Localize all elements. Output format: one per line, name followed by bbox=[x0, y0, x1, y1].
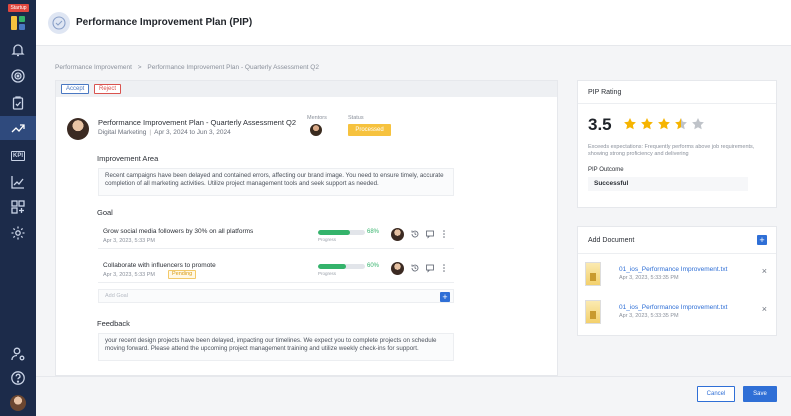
goal-date: Apr 3, 2023, 5:33 PM bbox=[103, 272, 155, 278]
env-badge: Startup bbox=[8, 4, 29, 12]
add-document-button[interactable]: + bbox=[757, 235, 767, 245]
goal-status-tag: Pending bbox=[168, 270, 197, 279]
status-label: Status bbox=[348, 115, 364, 121]
left-nav-rail: Startup KPI bbox=[0, 0, 36, 416]
goal-row[interactable]: Grow social media followers by 30% on al… bbox=[98, 223, 454, 249]
document-name[interactable]: 01_ios_Performance Improvement.txt bbox=[619, 304, 727, 311]
bell-icon[interactable] bbox=[10, 42, 26, 58]
divider bbox=[578, 103, 776, 104]
goal-date: Apr 3, 2023, 5:33 PM bbox=[103, 238, 155, 244]
more-vertical-icon[interactable] bbox=[439, 229, 449, 239]
kpi-icon[interactable]: KPI bbox=[11, 151, 25, 161]
user-settings-icon[interactable] bbox=[10, 346, 26, 362]
goal-progress-percent: 60% bbox=[367, 263, 380, 269]
employee-avatar bbox=[67, 118, 89, 140]
goal-owner-avatar bbox=[391, 262, 404, 275]
app-logo[interactable] bbox=[11, 16, 25, 30]
goal-progress-bar bbox=[318, 230, 365, 235]
reject-button[interactable]: Reject bbox=[94, 84, 122, 94]
history-icon[interactable] bbox=[410, 229, 420, 239]
breadcrumb: Performance Improvement > Performance Im… bbox=[55, 64, 323, 71]
goal-owner-avatar bbox=[391, 228, 404, 241]
document-date: Apr 3, 2023, 5:33:35 PM bbox=[619, 275, 679, 281]
rating-score: 3.5 bbox=[588, 115, 612, 134]
document-item[interactable]: 01_ios_Performance Improvement.txt Apr 3… bbox=[585, 298, 771, 328]
star-icon bbox=[674, 117, 688, 131]
pip-icon bbox=[48, 12, 70, 34]
history-icon[interactable] bbox=[410, 263, 420, 273]
documents-heading: Add Document bbox=[588, 237, 635, 244]
add-goal-placeholder: Add Goal bbox=[105, 293, 128, 299]
document-thumbnail bbox=[585, 262, 601, 286]
documents-card: Add Document + 01_ios_Performance Improv… bbox=[577, 226, 777, 336]
feedback-text: your recent design projects have been de… bbox=[98, 333, 454, 361]
page-title: Performance Improvement Plan (PIP) bbox=[76, 17, 253, 28]
goal-row[interactable]: Collaborate with influencers to promote … bbox=[98, 257, 454, 283]
action-bar: Accept Reject bbox=[56, 81, 557, 97]
target-icon[interactable] bbox=[10, 68, 26, 84]
close-icon[interactable]: × bbox=[762, 305, 767, 314]
outcome-label: PIP Outcome bbox=[588, 167, 624, 173]
goal-title: Collaborate with influencers to promote bbox=[103, 262, 216, 269]
improvement-heading: Improvement Area bbox=[97, 154, 159, 163]
document-name[interactable]: 01_ios_Performance Improvement.txt bbox=[619, 266, 727, 273]
user-avatar[interactable] bbox=[10, 395, 26, 411]
star-icon bbox=[640, 117, 654, 131]
comment-icon[interactable] bbox=[425, 263, 435, 273]
star-icon bbox=[691, 117, 705, 131]
comment-icon[interactable] bbox=[425, 229, 435, 239]
mentors-label: Mentors bbox=[307, 115, 327, 121]
add-goal-input[interactable]: Add Goal + bbox=[98, 289, 454, 303]
page-header: Performance Improvement Plan (PIP) bbox=[36, 0, 791, 46]
goal-progress-percent: 68% bbox=[367, 229, 380, 235]
add-goal-button[interactable]: + bbox=[440, 292, 450, 302]
apps-grid-icon[interactable] bbox=[10, 199, 26, 215]
plan-title: Performance Improvement Plan - Quarterly… bbox=[98, 118, 296, 127]
divider bbox=[578, 253, 776, 254]
plan-dates: Apr 3, 2024 to Jun 3, 2024 bbox=[154, 129, 231, 136]
gear-icon[interactable] bbox=[10, 225, 26, 241]
breadcrumb-current: Performance Improvement Plan - Quarterly… bbox=[147, 64, 319, 71]
goal-progress-label: Progress bbox=[318, 271, 337, 276]
pip-rating-card: PIP Rating 3.5 Exceeds expectations: Fre… bbox=[577, 80, 777, 208]
improvement-text: Recent campaigns have been delayed and c… bbox=[98, 168, 454, 196]
plan-card: Accept Reject Performance Improvement Pl… bbox=[55, 80, 558, 376]
goal-heading: Goal bbox=[97, 208, 113, 217]
star-icon bbox=[657, 117, 671, 131]
status-badge[interactable]: Processed bbox=[348, 124, 391, 136]
goal-progress-bar bbox=[318, 264, 365, 269]
improvement-icon[interactable] bbox=[0, 116, 36, 140]
breadcrumb-root[interactable]: Performance Improvement bbox=[55, 64, 132, 71]
rating-description: Exceeds expectations: Frequently perform… bbox=[588, 144, 755, 157]
document-date: Apr 3, 2023, 5:33:35 PM bbox=[619, 313, 679, 319]
save-button[interactable]: Save bbox=[743, 386, 777, 402]
star-icon bbox=[623, 117, 637, 131]
breadcrumb-separator: > bbox=[137, 64, 142, 71]
document-thumbnail bbox=[585, 300, 601, 324]
plan-department: Digital Marketing bbox=[98, 129, 147, 136]
goal-progress-fill bbox=[318, 230, 350, 235]
more-vertical-icon[interactable] bbox=[439, 263, 449, 273]
footer-divider bbox=[36, 376, 791, 377]
document-item[interactable]: 01_ios_Performance Improvement.txt Apr 3… bbox=[585, 260, 771, 290]
accept-button[interactable]: Accept bbox=[61, 84, 90, 94]
rating-heading: PIP Rating bbox=[588, 89, 622, 96]
outcome-value: Successful bbox=[588, 177, 748, 191]
goal-title: Grow social media followers by 30% on al… bbox=[103, 228, 254, 235]
mentor-avatar[interactable] bbox=[310, 124, 322, 136]
goal-progress-label: Progress bbox=[318, 237, 337, 242]
cancel-button[interactable]: Cancel bbox=[697, 386, 735, 402]
plan-meta: Digital Marketing | Apr 3, 2024 to Jun 3, … bbox=[98, 129, 231, 136]
help-icon[interactable] bbox=[10, 370, 26, 386]
close-icon[interactable]: × bbox=[762, 267, 767, 276]
feedback-heading: Feedback bbox=[97, 319, 130, 328]
clipboard-icon[interactable] bbox=[10, 95, 26, 111]
goal-progress-fill bbox=[318, 264, 347, 269]
trend-chart-icon[interactable] bbox=[10, 174, 26, 190]
